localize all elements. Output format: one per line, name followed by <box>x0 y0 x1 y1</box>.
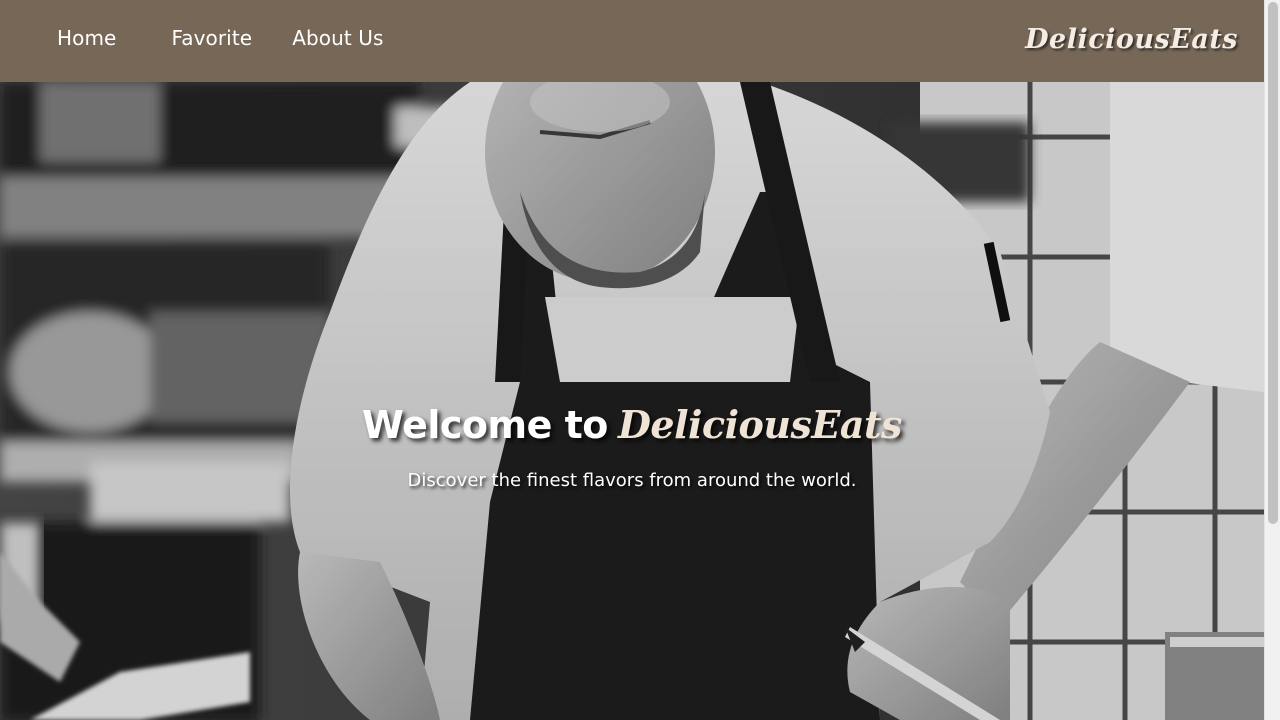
hero-content: Welcome to DeliciousEats Discover the fi… <box>0 402 1264 491</box>
nav-link-home[interactable]: Home <box>57 26 116 50</box>
hero-title-prefix: Welcome to <box>362 403 608 447</box>
page: Home Favorite About Us DeliciousEats Wel… <box>0 0 1280 720</box>
vertical-scrollbar[interactable] <box>1264 0 1280 720</box>
scrollbar-thumb[interactable] <box>1268 2 1278 524</box>
hero-section: Welcome to DeliciousEats Discover the fi… <box>0 82 1264 720</box>
hero-title-brand: DeliciousEats <box>617 402 902 447</box>
hero-title: Welcome to DeliciousEats <box>0 402 1264 448</box>
nav-link-favorite[interactable]: Favorite <box>171 26 252 50</box>
hero-overlay <box>0 82 1264 720</box>
brand-logo[interactable]: DeliciousEats <box>1025 24 1238 55</box>
nav-links: Home Favorite About Us <box>0 0 384 79</box>
hero-subtitle: Discover the finest flavors from around … <box>407 470 857 491</box>
nav-link-about-us[interactable]: About Us <box>292 26 383 50</box>
top-navbar: Home Favorite About Us DeliciousEats <box>0 0 1264 82</box>
